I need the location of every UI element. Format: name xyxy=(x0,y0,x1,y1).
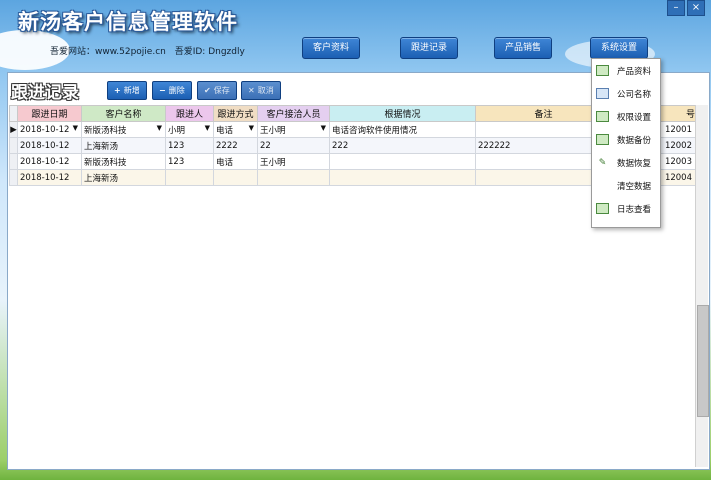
app-subinfo: 吾爱网站：www.52pojie.cn 吾爱ID: Dngzdly xyxy=(50,44,251,57)
row-indicator-header xyxy=(9,105,18,122)
add-label: 新增 xyxy=(123,86,140,95)
column-header[interactable]: 跟进人 xyxy=(165,105,214,122)
dropdown-arrow-icon[interactable]: ▼ xyxy=(321,124,326,132)
dropdown-arrow-icon[interactable]: ▼ xyxy=(249,124,254,132)
minimize-button[interactable]: – xyxy=(667,0,685,16)
menu-item-clear-data[interactable]: 清空数据 xyxy=(592,174,660,197)
cancel-label: 取消 xyxy=(257,86,274,95)
edit-icon xyxy=(596,111,609,122)
window-icon xyxy=(596,88,609,99)
scrollbar-thumb[interactable] xyxy=(697,305,709,417)
table-cell[interactable]: 小明 ▼ xyxy=(165,121,214,138)
column-header[interactable]: 客户名称 xyxy=(81,105,166,122)
edit-icon xyxy=(596,65,609,76)
table-cell[interactable] xyxy=(165,169,214,186)
table-cell[interactable] xyxy=(329,153,476,170)
table-cell[interactable]: 电话 xyxy=(213,153,258,170)
table-cell[interactable]: 王小明 ▼ xyxy=(257,121,330,138)
nav-followup-button[interactable]: 跟进记录 xyxy=(400,37,459,59)
column-header[interactable]: 客户接洽人员 xyxy=(257,105,330,122)
delete-label: 删除 xyxy=(168,86,185,95)
table-cell[interactable]: 2018-10-12 xyxy=(17,153,82,170)
table-cell[interactable]: 王小明 xyxy=(257,153,330,170)
menu-item-label: 清空数据 xyxy=(617,181,652,192)
system-settings-menu: 产品资料 公司名称 权限设置 数据备份 ✎ 数据恢复 清空数据 日志查看 xyxy=(591,58,661,228)
table-cell[interactable]: 电话 ▼ xyxy=(213,121,258,138)
table-cell[interactable]: 2018-10-12 ▼ xyxy=(17,121,82,138)
menu-item-product-data[interactable]: 产品资料 xyxy=(592,59,660,82)
table-cell[interactable]: 2018-10-12 xyxy=(17,169,82,186)
window-controls: – × xyxy=(667,0,705,16)
close-button[interactable]: × xyxy=(687,0,705,16)
plus-icon: + xyxy=(114,86,121,95)
nav-product-sales-button[interactable]: 产品销售 xyxy=(494,37,553,59)
table-cell[interactable] xyxy=(329,169,476,186)
dropdown-arrow-icon[interactable]: ▼ xyxy=(73,124,78,132)
table-cell[interactable]: 2222 xyxy=(213,137,258,154)
current-row-indicator-icon: ▶ xyxy=(9,121,18,138)
table-cell[interactable]: 上海新汤 xyxy=(81,169,166,186)
table-cell[interactable]: 新版汤科技 ▼ xyxy=(81,121,166,138)
cancel-button[interactable]: ✕ 取消 xyxy=(241,81,281,100)
menu-item-permissions[interactable]: 权限设置 xyxy=(592,105,660,128)
app-title: 新汤客户信息管理软件 xyxy=(18,10,238,34)
add-button[interactable]: + 新增 xyxy=(107,81,147,100)
table-cell[interactable]: 222 xyxy=(329,137,476,154)
menu-item-label: 数据备份 xyxy=(617,135,652,146)
menu-item-label: 日志查看 xyxy=(617,204,652,215)
menu-item-view-log[interactable]: 日志查看 xyxy=(592,197,660,220)
save-label: 保存 xyxy=(213,86,230,95)
table-cell[interactable]: 22 xyxy=(257,137,330,154)
check-icon: ✔ xyxy=(204,86,211,95)
nav-system-settings-button[interactable]: 系统设置 xyxy=(590,37,649,59)
user-id-text: 吾爱ID: Dngzdly xyxy=(174,47,245,57)
table-cell[interactable] xyxy=(213,169,258,186)
column-header[interactable]: 跟进方式 xyxy=(213,105,258,122)
table-cell[interactable]: 2018-10-12 xyxy=(17,137,82,154)
dropdown-arrow-icon[interactable]: ▼ xyxy=(157,124,162,132)
edit-icon xyxy=(596,134,609,145)
dropdown-arrow-icon[interactable]: ▼ xyxy=(205,124,210,132)
menu-item-company-name[interactable]: 公司名称 xyxy=(592,82,660,105)
delete-button[interactable]: − 删除 xyxy=(152,81,192,100)
website-text: 吾爱网站：www.52pojie.cn xyxy=(50,47,166,57)
table-cell[interactable]: 123 xyxy=(165,153,214,170)
menu-item-label: 公司名称 xyxy=(617,89,652,100)
column-header[interactable]: 跟进日期 xyxy=(17,105,82,122)
pencil-icon: ✎ xyxy=(598,157,607,168)
vertical-scrollbar[interactable] xyxy=(695,105,709,467)
table-cell[interactable] xyxy=(257,169,330,186)
column-header[interactable]: 根据情况 xyxy=(329,105,476,122)
table-cell[interactable]: 上海新汤 xyxy=(81,137,166,154)
menu-item-label: 权限设置 xyxy=(617,112,652,123)
menu-item-label: 数据恢复 xyxy=(617,158,652,169)
edit-icon xyxy=(596,203,609,214)
table-cell[interactable]: 123 xyxy=(165,137,214,154)
menu-item-label: 产品资料 xyxy=(617,66,652,77)
close-icon: ✕ xyxy=(248,86,255,95)
table-cell[interactable]: 新版汤科技 xyxy=(81,153,166,170)
table-cell[interactable]: 电话咨询软件使用情况 xyxy=(329,121,476,138)
menu-item-restore[interactable]: ✎ 数据恢复 xyxy=(592,151,660,174)
nav-customer-button[interactable]: 客户资料 xyxy=(302,37,361,59)
save-button[interactable]: ✔ 保存 xyxy=(197,81,237,100)
menu-item-backup[interactable]: 数据备份 xyxy=(592,128,660,151)
panel-title: 跟进记录 xyxy=(11,83,79,103)
minus-icon: − xyxy=(159,86,166,95)
